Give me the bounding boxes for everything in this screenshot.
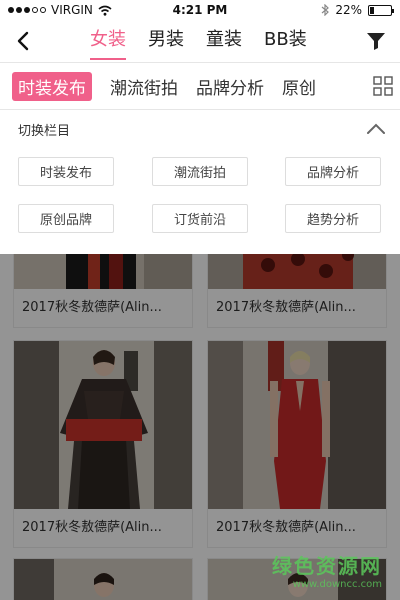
top-nav: 女装 男装 童装 BB装 [0, 20, 400, 62]
wifi-icon [98, 5, 112, 16]
filter-funnel-icon [367, 33, 385, 50]
tab-menswear[interactable]: 男装 [148, 20, 184, 62]
collapse-button[interactable] [364, 118, 388, 140]
filter-button[interactable] [366, 31, 386, 51]
status-right: 22% [321, 3, 394, 17]
category-original[interactable]: 原创 [282, 74, 316, 99]
chip-brand-analysis[interactable]: 品牌分析 [285, 157, 381, 186]
chip-trend-analysis[interactable]: 趋势分析 [285, 204, 381, 233]
chip-order-frontier[interactable]: 订货前沿 [152, 204, 248, 233]
back-button[interactable] [12, 28, 34, 54]
chip-original-brand[interactable]: 原创品牌 [18, 204, 114, 233]
category-list: 时装发布 潮流街拍 品牌分析 原创 [12, 63, 316, 109]
chip-street-style[interactable]: 潮流街拍 [152, 157, 248, 186]
signal-dots-icon [8, 7, 46, 13]
battery-icon [368, 4, 394, 16]
category-fashion-show[interactable]: 时装发布 [12, 71, 92, 101]
gender-tabs: 女装 男装 童装 BB装 [90, 20, 307, 62]
battery-level-fill [370, 6, 375, 14]
chevron-up-icon [367, 123, 385, 134]
watermark-text: 绿色资源网 [272, 554, 382, 578]
category-brand-analysis[interactable]: 品牌分析 [196, 74, 264, 99]
column-switch-panel: 切换栏目 时装发布 潮流街拍 品牌分析 原创品牌 订货前沿 趋势分析 [0, 110, 400, 254]
grid-menu-button[interactable] [366, 63, 400, 109]
category-street-style[interactable]: 潮流街拍 [110, 74, 178, 99]
status-bar: VIRGIN 4:21 PM 22% [0, 0, 400, 20]
tab-babywear[interactable]: BB装 [264, 20, 307, 62]
chevron-left-icon [17, 31, 29, 51]
dim-overlay[interactable] [0, 254, 400, 600]
carrier-name: VIRGIN [51, 3, 93, 17]
category-strip: 时装发布 潮流街拍 品牌分析 原创 [0, 62, 400, 110]
status-left: VIRGIN [8, 3, 112, 17]
watermark-url: www.downcc.com [292, 579, 382, 590]
chip-fashion-show[interactable]: 时装发布 [18, 157, 114, 186]
tab-kidswear[interactable]: 童装 [206, 20, 242, 62]
grid-icon [373, 76, 393, 96]
watermark-logo: 绿色资源网 www.downcc.com [272, 550, 382, 590]
tab-womenswear[interactable]: 女装 [90, 20, 126, 62]
battery-percent: 22% [335, 3, 362, 17]
bluetooth-icon [321, 4, 330, 16]
panel-title: 切换栏目 [18, 124, 71, 139]
